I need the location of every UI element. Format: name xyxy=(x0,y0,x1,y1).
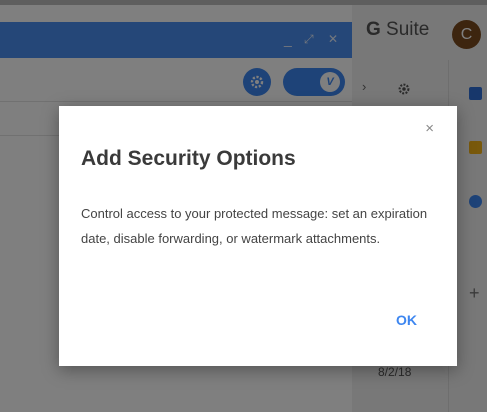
dialog-title: Add Security Options xyxy=(81,147,296,170)
security-options-dialog: × Add Security Options Control access to… xyxy=(59,106,457,366)
close-icon[interactable]: × xyxy=(425,120,434,137)
ok-button[interactable]: OK xyxy=(396,312,417,328)
dialog-body: Control access to your protected message… xyxy=(81,206,428,246)
